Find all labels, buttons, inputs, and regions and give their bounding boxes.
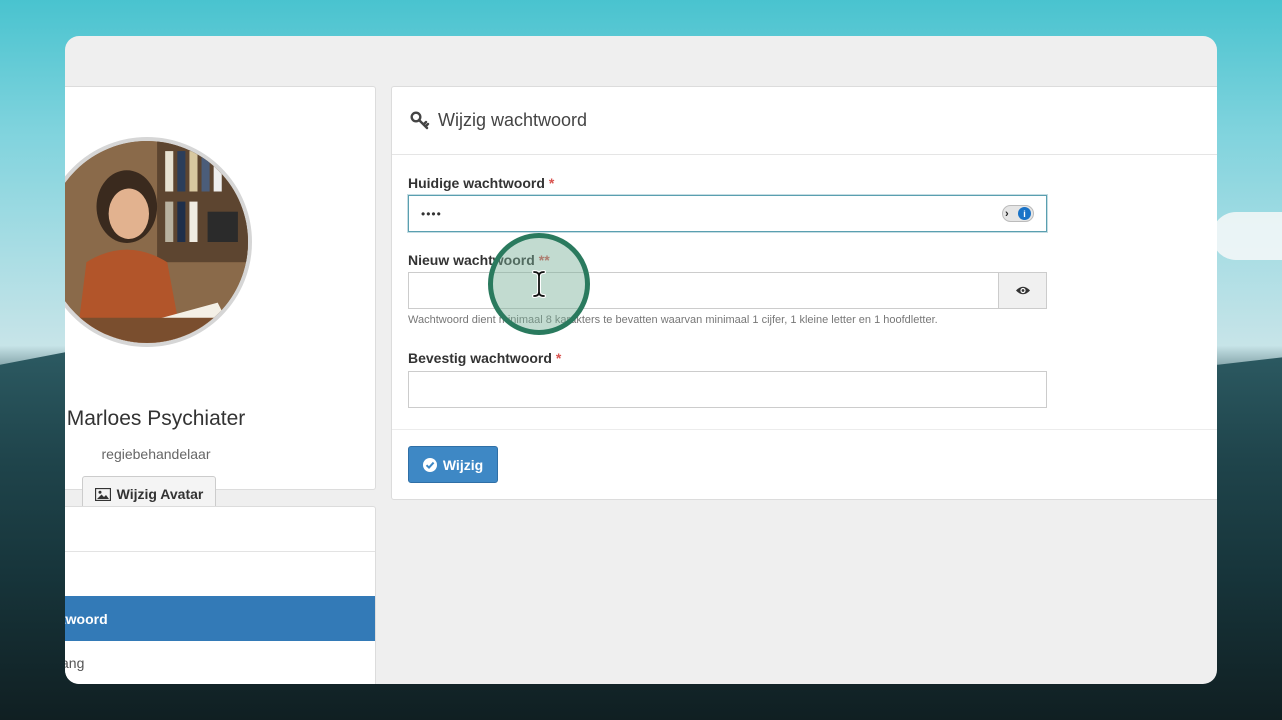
settings-menu: twoord ang — [65, 506, 376, 684]
menu-item[interactable] — [65, 552, 375, 596]
required-mark: * — [548, 175, 555, 191]
password-manager-icon[interactable]: › i — [1002, 205, 1034, 222]
show-password-toggle[interactable] — [998, 273, 1046, 308]
submit-button[interactable]: Wijzig — [408, 446, 498, 483]
panel-title: Wijzig wachtwoord — [438, 110, 588, 130]
password-help-text: Wachtwoord dient minimaal 8 karakters te… — [408, 314, 938, 326]
change-avatar-label: Wijzig Avatar — [116, 486, 204, 502]
menu-header — [65, 507, 375, 552]
required-mark: * — [555, 350, 562, 366]
info-icon: i — [1018, 207, 1031, 220]
panel-heading: Wijzig wachtwoord — [392, 87, 1217, 155]
confirm-password-label-text: Bevestig wachtwoord — [408, 350, 552, 366]
menu-item-password-label: twoord — [65, 610, 108, 627]
profile-role: regiebehandelaar — [101, 446, 211, 462]
background-cloud — [1212, 212, 1282, 260]
menu-item-access-label: ang — [65, 655, 85, 671]
confirm-password-label: Bevestig wachtwoord * — [408, 350, 561, 366]
check-circle-icon — [422, 457, 437, 472]
menu-item-password[interactable]: twoord — [65, 596, 375, 641]
app-window: Marloes Psychiater regiebehandelaar Wijz… — [65, 36, 1217, 684]
current-password-input[interactable]: •••• › i — [408, 195, 1047, 232]
profile-card: Marloes Psychiater regiebehandelaar Wijz… — [65, 86, 376, 512]
chevron-right-icon: › — [1005, 207, 1009, 220]
current-password-value: •••• — [421, 206, 442, 221]
image-icon — [94, 487, 111, 501]
cursor-highlight — [488, 233, 590, 335]
current-password-label-text: Huidige wachtwoord — [408, 175, 545, 191]
key-icon — [410, 110, 430, 129]
panel-footer-divider — [392, 429, 1217, 430]
profile-name: Marloes Psychiater — [66, 407, 246, 430]
avatar-photo — [65, 141, 248, 343]
text-cursor-icon — [532, 270, 546, 298]
confirm-password-input[interactable] — [408, 371, 1047, 408]
submit-label: Wijzig — [442, 456, 484, 473]
eye-icon — [1015, 286, 1030, 295]
current-password-label: Huidige wachtwoord * — [408, 175, 554, 191]
avatar — [65, 137, 252, 347]
menu-item-access[interactable]: ang — [65, 641, 375, 684]
